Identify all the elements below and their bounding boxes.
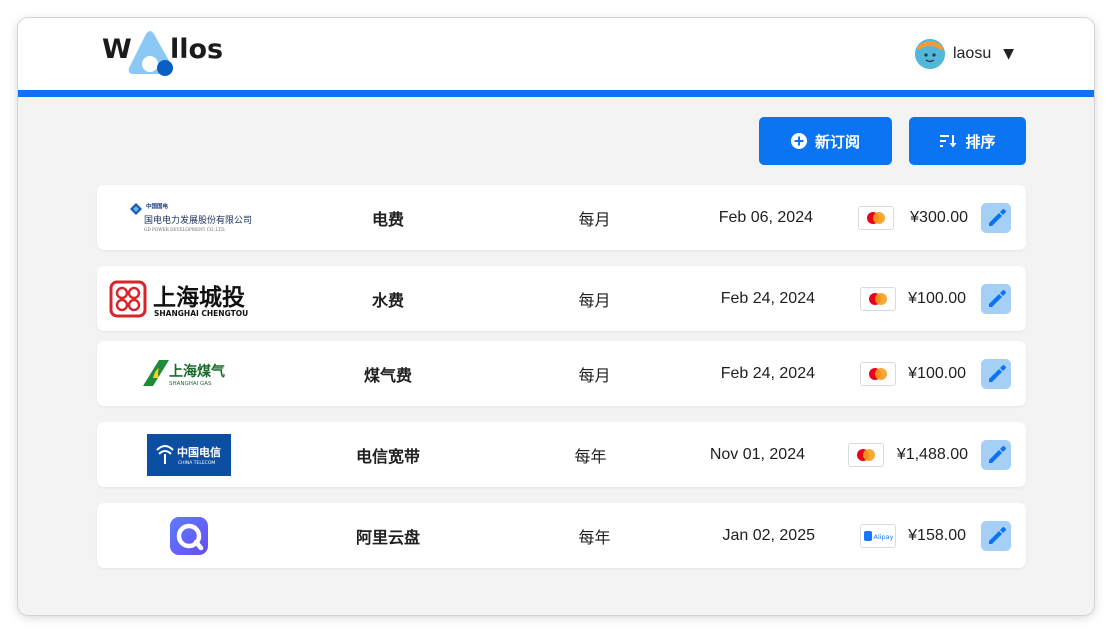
next-payment-date: Feb 24, 2024 xyxy=(720,364,815,382)
price: ¥100.00 xyxy=(908,289,966,307)
price: ¥100.00 xyxy=(908,364,966,382)
username: laosu xyxy=(952,45,992,62)
logo-text-2: SHANGHAI CHENGTOU xyxy=(154,309,248,318)
subscription-row[interactable]: 中国国电 国电电力发展股份有限公司 GD POWER DEVELOPMENT C… xyxy=(97,185,1026,250)
subscription-row[interactable]: 中国电信 CHINA TELECOM 电信宽带 每年 Nov 01, 2024 … xyxy=(97,422,1026,487)
provider-logo: 中国国电 国电电力发展股份有限公司 GD POWER DEVELOPMENT C… xyxy=(97,185,281,250)
alipay-label: Alipay xyxy=(874,533,894,541)
subscription-name: 水费 xyxy=(371,290,404,310)
sort-button[interactable]: 排序 xyxy=(909,117,1026,165)
next-payment-date: Nov 01, 2024 xyxy=(709,445,805,463)
subscription-name: 阿里云盘 xyxy=(355,527,420,547)
logo-rest: llos xyxy=(170,34,224,65)
logo-text-1: 中国电信 xyxy=(177,445,221,459)
user-menu[interactable]: laosu ▼ xyxy=(914,38,1014,70)
mastercard-icon xyxy=(860,287,896,311)
logo-text-3: GD POWER DEVELOPMENT CO.,LTD. xyxy=(144,227,226,232)
billing-cycle: 每年 xyxy=(578,527,611,547)
subscription-name: 电信宽带 xyxy=(355,446,420,466)
provider-logo: 中国电信 CHINA TELECOM xyxy=(97,422,281,487)
header: W llos laosu ▼ xyxy=(18,18,1094,97)
billing-cycle: 每月 xyxy=(578,209,611,229)
next-payment-date: Jan 02, 2025 xyxy=(722,526,815,544)
avatar xyxy=(914,39,945,69)
next-payment-date: Feb 06, 2024 xyxy=(718,208,813,226)
app-window: W llos laosu ▼ 新订阅 排序 中国国电 国电电力发展股份有限公司 … xyxy=(18,18,1094,615)
aliyun-drive-icon xyxy=(170,516,208,555)
mastercard-icon xyxy=(860,362,896,386)
pencil-icon xyxy=(989,209,1006,226)
wallos-logo[interactable]: W llos xyxy=(102,30,232,80)
price: ¥158.00 xyxy=(908,526,966,544)
pencil-icon xyxy=(989,290,1006,307)
billing-cycle: 每月 xyxy=(578,290,611,310)
pencil-icon xyxy=(989,527,1006,544)
edit-button[interactable] xyxy=(981,440,1011,470)
chevron-down-icon: ▼ xyxy=(1003,46,1014,62)
edit-button[interactable] xyxy=(981,203,1011,233)
mastercard-icon xyxy=(848,443,884,467)
add-subscription-button[interactable]: 新订阅 xyxy=(759,117,892,165)
logo-text-1: 上海煤气 xyxy=(169,363,225,380)
sort-icon xyxy=(940,135,957,148)
alipay-icon: Alipay xyxy=(860,524,896,548)
pencil-icon xyxy=(989,446,1006,463)
edit-button[interactable] xyxy=(981,284,1011,314)
logo-text-2: CHINA TELECOM xyxy=(178,460,215,466)
price: ¥300.00 xyxy=(910,208,968,226)
logo-text-2: SHANGHAI GAS xyxy=(169,381,212,387)
edit-button[interactable] xyxy=(981,359,1011,389)
logo-text-1: 中国国电 xyxy=(146,202,169,210)
subscription-row[interactable]: 阿里云盘 每年 Jan 02, 2025 Alipay ¥158.00 xyxy=(97,503,1026,568)
subscription-name: 煤气费 xyxy=(363,365,412,385)
provider-logo: 上海煤气 SHANGHAI GAS xyxy=(97,341,281,406)
next-payment-date: Feb 24, 2024 xyxy=(720,289,815,307)
billing-cycle: 每年 xyxy=(574,446,607,466)
provider-logo xyxy=(97,503,281,568)
sort-label: 排序 xyxy=(965,132,996,151)
logo-text-2: 国电电力发展股份有限公司 xyxy=(144,214,252,226)
billing-cycle: 每月 xyxy=(578,365,611,385)
subscription-row[interactable]: 上海城投 SHANGHAI CHENGTOU 水费 每月 Feb 24, 202… xyxy=(97,266,1026,331)
plus-circle-icon xyxy=(790,133,807,149)
subscription-row[interactable]: 上海煤气 SHANGHAI GAS 煤气费 每月 Feb 24, 2024 ¥1… xyxy=(97,341,1026,406)
pencil-icon xyxy=(989,365,1006,382)
provider-logo: 上海城投 SHANGHAI CHENGTOU xyxy=(97,266,281,331)
edit-button[interactable] xyxy=(981,521,1011,551)
logo-text-1: 上海城投 xyxy=(153,284,245,311)
subscription-name: 电费 xyxy=(371,209,404,229)
add-subscription-label: 新订阅 xyxy=(814,132,860,151)
price: ¥1,488.00 xyxy=(896,445,968,463)
mastercard-icon xyxy=(858,206,894,230)
